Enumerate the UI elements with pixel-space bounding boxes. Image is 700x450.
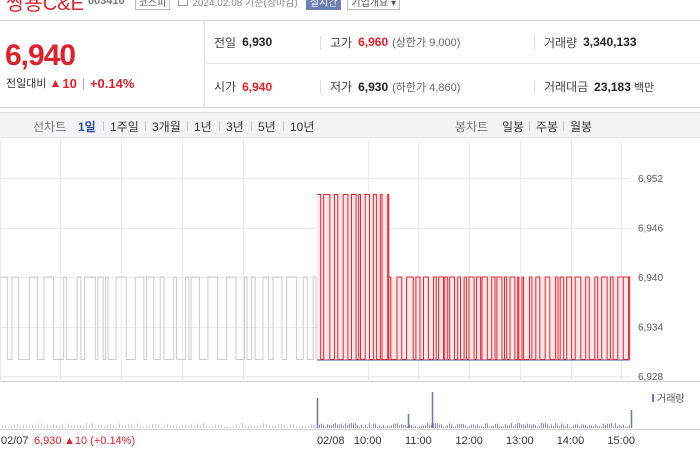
stock-name: 쌍용C&E bbox=[6, 0, 84, 15]
company-info-dropdown[interactable]: 기업개요 ▾ bbox=[347, 0, 400, 10]
price-chart[interactable]: 6,952 6,946 6,940 6,934 6,928 거래량 02/08 10:00… bbox=[0, 140, 700, 450]
calendar-icon bbox=[178, 0, 189, 6]
stock-header: 쌍용C&E 003410 코스피 2024.02.08 기준(장마감) 실시간 … bbox=[0, 0, 700, 15]
price-stats: 전일 6,930 고가 6,960 (상한가 9,000) 거래량 3,340,… bbox=[206, 21, 700, 108]
volume-label: 거래량 bbox=[544, 35, 578, 50]
change-percent: +0.14% bbox=[89, 75, 135, 91]
y-tick-label: 6,952 bbox=[638, 174, 663, 185]
low-label: 저가 bbox=[330, 80, 353, 94]
price-chart-svg: 6,952 6,946 6,940 6,934 6,928 거래량 02/08 10:00… bbox=[0, 140, 700, 447]
chart-toolbar: 선차트 1일 1주일 3개월 1년 3년 5년 10년 봉차트 일봉 주봉 월봉 bbox=[0, 112, 700, 138]
volume-value: 3,340,133 bbox=[583, 35, 637, 49]
low-stat: 저가 6,930 (하한가 4,860) bbox=[330, 78, 460, 95]
footer-prev-change: ▲10 (+0.14%) bbox=[64, 435, 135, 447]
x-tick-label: 15:00 bbox=[607, 435, 635, 447]
divider bbox=[283, 121, 284, 131]
x-tick-label: 13:00 bbox=[506, 435, 534, 447]
y-tick-label: 6,946 bbox=[638, 224, 663, 235]
x-tick-label: 14:00 bbox=[557, 435, 585, 447]
y-tick-label: 6,928 bbox=[638, 372, 663, 383]
lower-limit: (하한가 4,860) bbox=[392, 81, 461, 94]
period-1w-tab[interactable]: 1주일 bbox=[110, 118, 139, 135]
high-stat: 고가 6,960 (상한가 9,000) bbox=[330, 34, 460, 51]
divider bbox=[145, 121, 146, 131]
low-value: 6,930 bbox=[358, 79, 389, 94]
y-tick-label: 6,940 bbox=[638, 273, 663, 284]
price-summary: 6,940 전일대비 ▲ 10 | +0.14% 전일 6,930 고가 6,9… bbox=[0, 20, 700, 108]
x-tick-label: 02/08 bbox=[317, 435, 345, 447]
volume-legend-swatch bbox=[652, 394, 654, 402]
amount-stat: 거래대금 23,183 백만 bbox=[544, 78, 654, 95]
daily-candle-tab[interactable]: 일봉 bbox=[502, 118, 524, 135]
stats-row: 전일 6,930 고가 6,960 (상한가 9,000) 거래량 3,340,… bbox=[206, 21, 700, 64]
divider bbox=[103, 121, 104, 131]
open-value: 6,940 bbox=[242, 79, 273, 94]
high-label: 고가 bbox=[330, 35, 353, 50]
monthly-candle-tab[interactable]: 월봉 bbox=[570, 118, 592, 135]
divider bbox=[219, 121, 220, 131]
x-tick-label: 10:00 bbox=[354, 435, 382, 447]
divider bbox=[534, 36, 535, 50]
as-of-date: 2024.02.08 기준(장마감) bbox=[192, 0, 298, 9]
prev-close-stat: 전일 6,930 bbox=[214, 34, 272, 51]
divider bbox=[320, 36, 321, 50]
period-5y-tab[interactable]: 5년 bbox=[258, 118, 276, 135]
divider bbox=[563, 121, 564, 131]
high-value: 6,960 bbox=[358, 35, 389, 49]
period-10y-tab[interactable]: 10년 bbox=[290, 118, 314, 135]
period-1y-tab[interactable]: 1년 bbox=[194, 118, 212, 135]
divider bbox=[320, 80, 321, 94]
current-price-block: 6,940 전일대비 ▲ 10 | +0.14% bbox=[0, 21, 205, 108]
up-arrow-icon: ▲ bbox=[49, 76, 62, 90]
current-price: 6,940 bbox=[5, 39, 76, 72]
stock-code: 003410 bbox=[87, 0, 125, 7]
divider bbox=[534, 80, 535, 94]
market-badge: 코스피 bbox=[134, 0, 171, 10]
previous-day-line bbox=[0, 276, 317, 360]
period-3y-tab[interactable]: 3년 bbox=[226, 118, 244, 135]
weekly-candle-tab[interactable]: 주봉 bbox=[536, 118, 558, 135]
change-value: 10 bbox=[62, 75, 77, 91]
stats-row: 시가 6,940 저가 6,930 (하한가 4,860) 거래대금 23,18… bbox=[206, 65, 700, 108]
prev-close-label: 전일 bbox=[214, 35, 237, 50]
divider bbox=[187, 121, 188, 131]
divider: | bbox=[81, 76, 85, 90]
footer-prev-close: 6,930 bbox=[34, 435, 62, 447]
amount-value: 23,183 bbox=[594, 79, 631, 94]
realtime-button[interactable]: 실시간 bbox=[305, 0, 342, 10]
footer-prev-date: 02/07 bbox=[1, 435, 29, 447]
volume-stat: 거래량 3,340,133 bbox=[544, 34, 637, 51]
amount-label: 거래대금 bbox=[544, 80, 589, 94]
upper-limit: (상한가 9,000) bbox=[392, 37, 461, 49]
divider bbox=[251, 121, 252, 131]
change-line: 전일대비 ▲ 10 | +0.14% bbox=[6, 75, 134, 91]
prev-close-value: 6,930 bbox=[242, 35, 273, 49]
amount-unit: 백만 bbox=[633, 81, 655, 94]
change-label: 전일대비 bbox=[6, 78, 47, 90]
line-chart-label: 선차트 bbox=[33, 120, 67, 134]
x-tick-label: 12:00 bbox=[455, 435, 483, 447]
candle-chart-label: 봉차트 bbox=[455, 120, 489, 134]
period-3m-tab[interactable]: 3개월 bbox=[152, 118, 181, 135]
open-stat: 시가 6,940 bbox=[214, 78, 272, 95]
period-1d-tab[interactable]: 1일 bbox=[78, 118, 96, 135]
divider bbox=[529, 121, 530, 131]
open-label: 시가 bbox=[214, 80, 237, 94]
y-tick-label: 6,934 bbox=[638, 323, 663, 334]
volume-legend-label: 거래량 bbox=[657, 393, 685, 405]
x-tick-label: 11:00 bbox=[405, 435, 432, 447]
